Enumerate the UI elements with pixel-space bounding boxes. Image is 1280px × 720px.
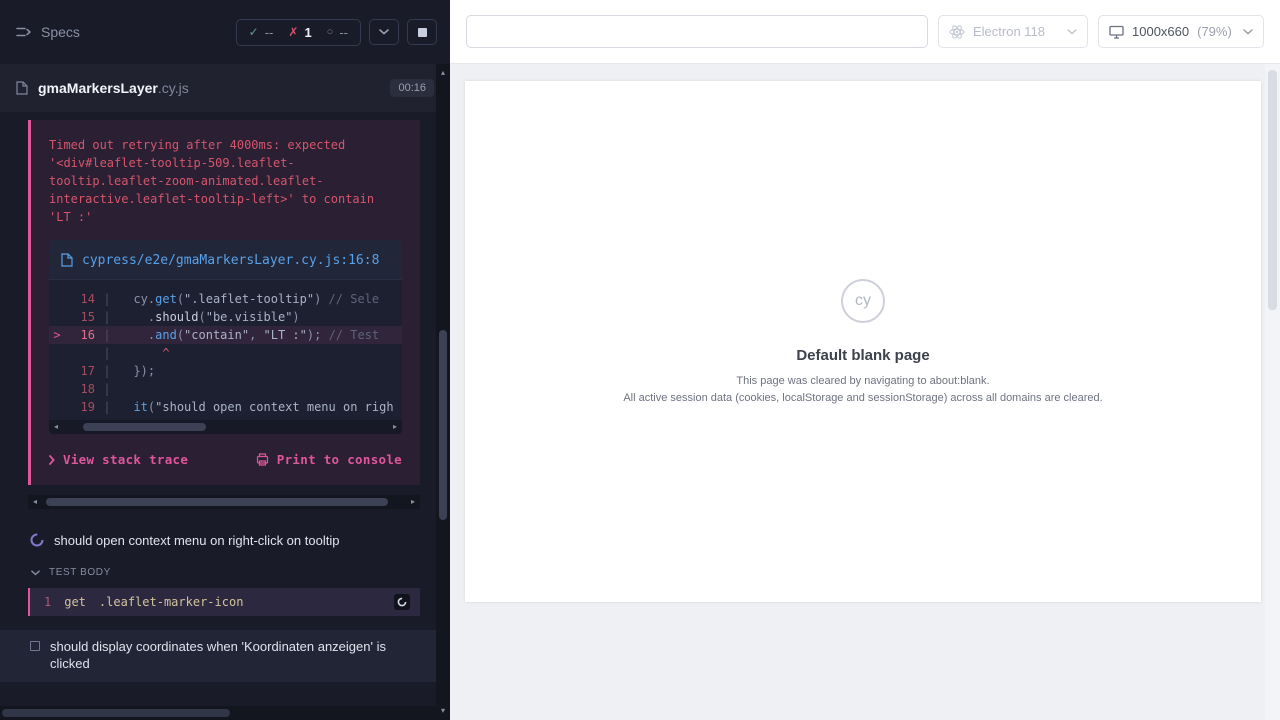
spec-file-icon: [16, 81, 28, 95]
stat-failed: ✗ 1: [288, 25, 311, 40]
failed-count: 1: [304, 25, 311, 40]
spinner-icon: [30, 533, 44, 551]
view-stack-trace-label: View stack trace: [63, 452, 188, 467]
reporter-bottom-scrollbar[interactable]: [0, 706, 436, 720]
error-actions: View stack trace Print to console: [49, 452, 402, 467]
test-item-queued[interactable]: should display coordinates when 'Koordin…: [0, 630, 436, 682]
view-stack-trace-link[interactable]: View stack trace: [49, 452, 188, 467]
error-message: Timed out retrying after 4000ms: expecte…: [49, 136, 402, 226]
chevron-down-icon: [379, 29, 389, 35]
code-line: | ^: [49, 344, 402, 362]
aut-vertical-scrollbar[interactable]: [1265, 64, 1280, 720]
reporter-scrollbar-track[interactable]: [42, 495, 406, 509]
cypress-logo: cy: [841, 279, 885, 323]
vertical-scrollbar-thumb[interactable]: [439, 330, 447, 520]
spec-name-base: gmaMarkersLayer: [38, 80, 158, 96]
code-line: 19| it("should open context menu on righ: [49, 398, 402, 416]
browser-select-label: Electron 118: [973, 24, 1045, 39]
code-frame: cypress/e2e/gmaMarkersLayer.cy.js:16:8 1…: [49, 240, 402, 434]
test-item-running[interactable]: should open context menu on right-click …: [0, 525, 436, 558]
command-log-row[interactable]: 1 get .leaflet-marker-icon: [28, 588, 420, 616]
test-stats: ✓ -- ✗ 1 ○ --: [236, 19, 361, 46]
aut-viewport-area: cy Default blank page This page was clea…: [450, 64, 1280, 619]
code-line: 17| });: [49, 362, 402, 380]
error-panel: Timed out retrying after 4000ms: expecte…: [28, 120, 420, 485]
stat-passed: ✓ --: [249, 25, 274, 40]
cypress-runner: Specs ✓ -- ✗ 1 ○ --: [0, 0, 1280, 720]
reporter-header: Specs ✓ -- ✗ 1 ○ --: [0, 0, 450, 64]
aut-pane: Electron 118 1000x660 (79%) cy: [450, 0, 1280, 720]
viewport-size: 1000x660: [1132, 24, 1189, 39]
aut-scrollbar-thumb[interactable]: [1268, 70, 1277, 310]
scroll-right-icon[interactable]: ▸: [406, 495, 420, 509]
test-title: should open context menu on right-click …: [54, 532, 339, 549]
code-frame-file-link[interactable]: cypress/e2e/gmaMarkersLayer.cy.js:16:8: [82, 251, 379, 270]
blank-page-line1: This page was cleared by navigating to a…: [736, 375, 989, 387]
command-number: 1: [44, 595, 51, 609]
chevron-right-icon: [49, 455, 55, 465]
test-body-label: TEST BODY: [49, 567, 111, 578]
aut-blank-page: cy Default blank page This page was clea…: [465, 81, 1261, 602]
code-line: >16| .and("contain", "LT :"); // Test: [49, 326, 402, 344]
scroll-down-icon[interactable]: ▾: [436, 704, 450, 718]
scroll-left-icon[interactable]: ◂: [49, 420, 63, 434]
electron-icon: [949, 24, 965, 40]
code-line: 15| .should("be.visible"): [49, 308, 402, 326]
spec-bar: gmaMarkersLayer.cy.js 00:16: [0, 64, 450, 112]
aut-toolbar: Electron 118 1000x660 (79%): [450, 0, 1280, 64]
command-running-badge: [394, 594, 410, 610]
pending-count: --: [339, 25, 348, 40]
queued-square-icon: [30, 641, 40, 651]
print-icon: [256, 453, 269, 466]
specs-title: Specs: [41, 24, 80, 40]
chevron-down-icon: [1067, 29, 1077, 35]
url-input[interactable]: [466, 15, 928, 48]
specs-menu-icon[interactable]: [16, 26, 31, 38]
code-line: 18|: [49, 380, 402, 398]
chevron-down-icon: [31, 570, 40, 576]
print-to-console-link[interactable]: Print to console: [256, 452, 402, 467]
stop-run-button[interactable]: [407, 19, 437, 45]
viewport-select[interactable]: 1000x660 (79%): [1098, 15, 1264, 48]
chevron-down-icon: [1243, 29, 1253, 35]
code-file-icon: [61, 253, 73, 267]
reporter-pane: Specs ✓ -- ✗ 1 ○ --: [0, 0, 450, 720]
spec-timer: 00:16: [390, 79, 434, 97]
bottom-scrollbar-thumb[interactable]: [2, 709, 230, 717]
monitor-icon: [1109, 25, 1124, 39]
check-icon: ✓: [249, 25, 259, 39]
reporter-scrollbar-thumb[interactable]: [46, 498, 388, 506]
test-body-toggle[interactable]: TEST BODY: [0, 558, 436, 587]
blank-page-line2: All active session data (cookies, localS…: [623, 392, 1102, 404]
passed-count: --: [265, 25, 274, 40]
code-scrollbar-thumb[interactable]: [83, 423, 207, 431]
spec-name[interactable]: gmaMarkersLayer.cy.js: [38, 80, 189, 96]
code-horizontal-scrollbar[interactable]: ◂ ▸: [49, 420, 402, 434]
browser-select[interactable]: Electron 118: [938, 15, 1088, 48]
blank-page-title: Default blank page: [796, 347, 929, 364]
code-snippet: 14| cy.get(".leaflet-tooltip") // Sele15…: [49, 280, 402, 420]
reporter-scroll-area[interactable]: Timed out retrying after 4000ms: expecte…: [0, 112, 436, 706]
scroll-up-icon[interactable]: ▴: [436, 66, 450, 80]
command-name: get: [64, 595, 86, 609]
cypress-logo-text: cy: [855, 292, 871, 310]
code-frame-header: cypress/e2e/gmaMarkersLayer.cy.js:16:8: [49, 240, 402, 280]
stop-icon: [418, 28, 427, 37]
spec-name-ext: .cy.js: [158, 80, 189, 96]
reporter-vertical-scrollbar[interactable]: ▴ ▾: [436, 64, 450, 720]
reporter-horizontal-scrollbar[interactable]: ◂ ▸: [28, 495, 420, 509]
scroll-left-icon[interactable]: ◂: [28, 495, 42, 509]
command-message: .leaflet-marker-icon: [99, 595, 244, 609]
test-title: should display coordinates when 'Koordin…: [50, 638, 416, 672]
test-list: should open context menu on right-click …: [0, 525, 436, 682]
pending-circle-icon: ○: [327, 26, 334, 38]
x-icon: ✗: [288, 25, 298, 39]
code-scrollbar-track[interactable]: [63, 420, 388, 434]
collapse-all-button[interactable]: [369, 19, 399, 45]
code-line: 14| cy.get(".leaflet-tooltip") // Sele: [49, 290, 402, 308]
print-to-console-label: Print to console: [277, 452, 402, 467]
viewport-scale: (79%): [1197, 24, 1232, 39]
scroll-right-icon[interactable]: ▸: [388, 420, 402, 434]
stat-pending: ○ --: [327, 25, 348, 40]
